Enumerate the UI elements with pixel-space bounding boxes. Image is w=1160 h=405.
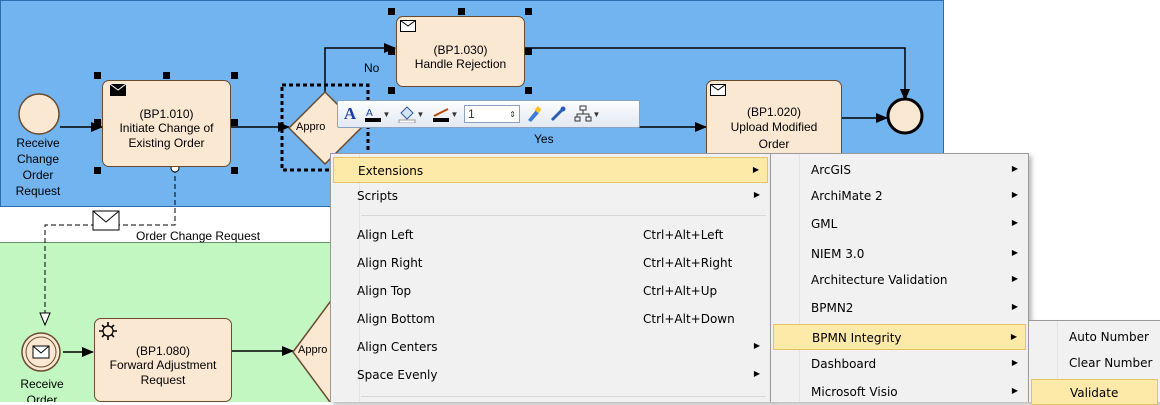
submenu-item-arcgis[interactable]: ArcGIS ▶ bbox=[773, 157, 1026, 183]
task-name: Initiate Change of Existing Order bbox=[119, 121, 214, 150]
gear-icon bbox=[99, 322, 117, 340]
submenu-arrow-icon: ▶ bbox=[1011, 248, 1018, 257]
menu-separator bbox=[361, 396, 766, 397]
line-color-icon bbox=[432, 108, 449, 122]
selection-handle[interactable] bbox=[388, 87, 395, 94]
font-icon[interactable]: A bbox=[342, 103, 358, 125]
gateway-label: Appro bbox=[296, 121, 326, 133]
submenu-item-architecture-validation[interactable]: Architecture Validation ▶ bbox=[773, 267, 1026, 293]
send-task-icon bbox=[110, 84, 126, 96]
menu-item-align-bottom[interactable]: Align Bottom Ctrl+Alt+Down bbox=[333, 306, 768, 332]
submenu-arrow-icon: ▶ bbox=[1011, 358, 1018, 367]
menu-item-scripts[interactable]: Scripts ▶ bbox=[333, 183, 768, 209]
task-id: (BP1.020) bbox=[746, 105, 802, 119]
menu-item-align-centers[interactable]: Align Centers ▶ bbox=[333, 334, 768, 360]
submenu-item-validate[interactable]: Validate bbox=[1031, 379, 1158, 405]
selection-handle[interactable] bbox=[458, 8, 465, 15]
submenu-item-auto-number[interactable]: Auto Number bbox=[1031, 324, 1158, 350]
submenu-arrow-icon: ▶ bbox=[753, 341, 760, 350]
message-flow-label: Order Change Request bbox=[136, 229, 261, 243]
fill-color-icon bbox=[398, 106, 416, 123]
submenu-item-clear-number[interactable]: Clear Number bbox=[1031, 350, 1158, 376]
selection-handle[interactable] bbox=[231, 167, 238, 174]
submenu-arrow-icon: ▶ bbox=[1010, 332, 1017, 341]
submenu-item-archimate-2[interactable]: ArchiMate 2 ▶ bbox=[773, 183, 1026, 209]
menu-item-align-top[interactable]: Align Top Ctrl+Alt+Up bbox=[333, 278, 768, 304]
selection-handle[interactable] bbox=[231, 72, 238, 79]
selection-handle[interactable] bbox=[231, 119, 238, 126]
selection-handle[interactable] bbox=[388, 48, 395, 55]
flow-label-no: No bbox=[364, 61, 380, 75]
task-id: (BP1.010) bbox=[139, 107, 194, 121]
bpmn-integrity-submenu: Auto Number Clear Number Validate bbox=[1028, 320, 1160, 405]
menu-item-extensions[interactable]: Extensions ▶ bbox=[333, 157, 768, 183]
selection-handle[interactable] bbox=[94, 72, 101, 79]
task-id: (BP1.030) bbox=[433, 43, 488, 57]
extensions-submenu: ArcGIS ▶ ArchiMate 2 ▶ GML ▶ NIEM 3.0 ▶ Arch… bbox=[770, 153, 1029, 402]
submenu-item-bpmn2[interactable]: BPMN2 ▶ bbox=[773, 295, 1026, 321]
selection-handle[interactable] bbox=[94, 119, 101, 126]
fill-color-button[interactable]: ▼ bbox=[396, 103, 426, 125]
svg-text:A: A bbox=[366, 108, 373, 119]
submenu-item-bpmn-integrity[interactable]: BPMN Integrity ▶ bbox=[773, 324, 1026, 350]
apply-style-icon[interactable] bbox=[524, 103, 544, 125]
submenu-item-gml[interactable]: GML ▶ bbox=[773, 211, 1026, 237]
format-toolbar: A A ▼ ▼ ▼ 1 ⇕ ▼ bbox=[337, 100, 640, 128]
menu-item-align-right[interactable]: Align Right Ctrl+Alt+Right bbox=[333, 250, 768, 276]
submenu-arrow-icon: ▶ bbox=[753, 190, 760, 199]
submenu-item-niem[interactable]: NIEM 3.0 ▶ bbox=[773, 241, 1026, 267]
selection-handle[interactable] bbox=[525, 8, 532, 15]
sequence-flow-no[interactable] bbox=[324, 43, 396, 108]
layout-icon[interactable]: ▼ bbox=[572, 103, 602, 125]
gateway-label: Appro bbox=[298, 344, 328, 356]
submenu-item-dashboard[interactable]: Dashboard ▶ bbox=[773, 351, 1026, 377]
menu-separator bbox=[361, 215, 766, 216]
submenu-arrow-icon: ▶ bbox=[752, 165, 759, 174]
selection-handle[interactable] bbox=[94, 167, 101, 174]
selection-handle[interactable] bbox=[525, 48, 532, 55]
flow-label-yes: Yes bbox=[534, 132, 554, 146]
selection-handle[interactable] bbox=[525, 87, 532, 94]
task-id: (BP1.080) bbox=[135, 344, 191, 358]
submenu-arrow-icon: ▶ bbox=[1011, 302, 1018, 311]
line-color-button[interactable]: ▼ bbox=[430, 103, 460, 125]
font-color-button[interactable]: A ▼ bbox=[362, 103, 392, 125]
start-event[interactable] bbox=[18, 93, 60, 135]
menu-item-align-left[interactable]: Align Left Ctrl+Alt+Left bbox=[333, 222, 768, 248]
submenu-arrow-icon: ▶ bbox=[1011, 218, 1018, 227]
selection-handle[interactable] bbox=[163, 72, 170, 79]
eyedropper-icon[interactable] bbox=[548, 103, 568, 125]
task-bp1020[interactable]: (BP1.020) Upload Modified Order bbox=[706, 80, 842, 160]
receive-change-order-request-label: Receive Change Order Request bbox=[15, 136, 61, 198]
spinner-arrows-icon[interactable]: ⇕ bbox=[509, 110, 516, 119]
submenu-arrow-icon: ▶ bbox=[1011, 164, 1018, 173]
line-width-value: 1 bbox=[468, 107, 475, 121]
submenu-arrow-icon: ▶ bbox=[1011, 274, 1018, 283]
task-name: Forward Adjustment Request bbox=[109, 358, 217, 387]
task-name: Upload Modified Order bbox=[730, 120, 818, 151]
task-name: Handle Rejection bbox=[414, 57, 507, 71]
submenu-arrow-icon: ▶ bbox=[1011, 190, 1018, 199]
submenu-item-microsoft-visio[interactable]: Microsoft Visio ▶ bbox=[773, 379, 1026, 405]
submenu-arrow-icon: ▶ bbox=[1011, 386, 1018, 395]
submenu-arrow-icon: ▶ bbox=[753, 369, 760, 378]
end-event[interactable] bbox=[886, 97, 924, 135]
context-menu: Extensions ▶ Scripts ▶ Align Left Ctrl+Alt+… bbox=[330, 153, 771, 402]
receive-order-label: Receive Order bbox=[20, 377, 64, 402]
font-color-icon: A bbox=[364, 108, 381, 122]
selection-handle[interactable] bbox=[388, 8, 395, 15]
menu-item-space-evenly[interactable]: Space Evenly ▶ bbox=[333, 362, 768, 388]
receive-task-icon bbox=[710, 84, 726, 96]
line-width-spinner[interactable]: 1 ⇕ bbox=[464, 105, 520, 123]
receive-task-icon bbox=[400, 20, 416, 32]
